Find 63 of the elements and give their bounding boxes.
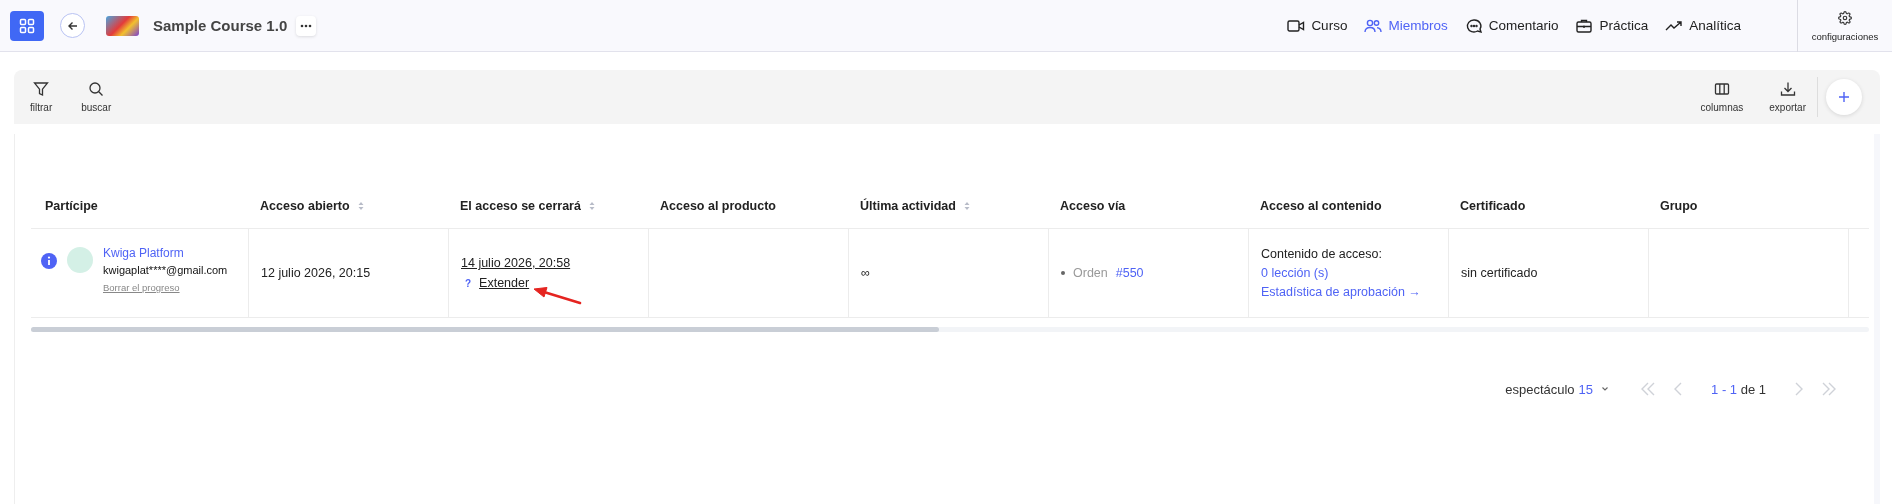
table-cell: 12 julio 2026, 20:15 bbox=[261, 266, 371, 280]
lessons-link[interactable]: 0 lección (s) bbox=[1261, 266, 1421, 280]
nav-tab[interactable]: Práctica bbox=[1575, 17, 1649, 34]
nav-tab[interactable]: Comentario bbox=[1464, 17, 1559, 34]
table-cell: sin certificado bbox=[1461, 266, 1538, 280]
page-size-label: espectáculo bbox=[1505, 381, 1575, 397]
participant-email: kwigaplat****@gmail.com bbox=[103, 264, 228, 276]
avatar bbox=[67, 247, 93, 273]
info-icon[interactable] bbox=[41, 253, 57, 269]
toolbar-button[interactable]: exportar bbox=[1769, 81, 1806, 113]
reset-progress-link[interactable]: Borrar el progreso bbox=[103, 282, 228, 293]
page-range: 1 - 1 bbox=[1711, 381, 1738, 397]
apps-button[interactable] bbox=[10, 10, 44, 41]
toolbar-icon bbox=[1779, 81, 1796, 97]
grid-icon bbox=[19, 17, 35, 34]
column-header: Acceso al producto bbox=[660, 199, 776, 213]
column-header: Certificado bbox=[1460, 199, 1526, 213]
stats-link[interactable]: Estadística de aprobación → bbox=[1261, 285, 1421, 299]
toolbar-button[interactable]: filtrar bbox=[30, 81, 53, 113]
column-header: Grupo bbox=[1660, 199, 1698, 213]
more-button[interactable] bbox=[296, 15, 317, 36]
back-button[interactable] bbox=[60, 13, 85, 38]
nav-icon bbox=[1464, 17, 1483, 34]
arrow-left-icon bbox=[66, 19, 79, 32]
nav-icon bbox=[1364, 17, 1383, 34]
page-size-select[interactable]: 15 bbox=[1578, 381, 1594, 397]
column-header: Acceso abierto bbox=[260, 199, 350, 213]
participant-name[interactable]: Kwiga Platform bbox=[103, 246, 228, 260]
column-header: Acceso al contenido bbox=[1260, 199, 1382, 213]
nav-tab[interactable]: Miembros bbox=[1364, 17, 1448, 34]
column-header: Partícipe bbox=[45, 199, 98, 213]
sort-icon[interactable] bbox=[357, 201, 364, 211]
help-mark[interactable]: ? bbox=[465, 277, 472, 289]
toolbar-button[interactable]: columnas bbox=[1700, 81, 1744, 113]
table-cell: ∞ bbox=[861, 266, 870, 280]
order-link[interactable]: #550 bbox=[1115, 266, 1144, 280]
chevron-down-icon[interactable] bbox=[1601, 386, 1610, 392]
add-button[interactable] bbox=[1826, 79, 1862, 115]
settings-icon bbox=[1838, 11, 1852, 25]
nav-icon bbox=[1287, 17, 1306, 34]
sort-icon[interactable] bbox=[588, 201, 595, 211]
toolbar-icon bbox=[1713, 81, 1730, 97]
order-label: Orden bbox=[1073, 266, 1108, 280]
close-date-link[interactable]: 14 julio 2026, 20:58 bbox=[461, 256, 571, 270]
toolbar-button[interactable]: buscar bbox=[81, 81, 112, 113]
toolbar-icon bbox=[88, 81, 105, 97]
course-title: Sample Course 1.0 bbox=[153, 17, 288, 34]
nav-tab[interactable]: Curso bbox=[1287, 17, 1348, 34]
plus-icon bbox=[1838, 91, 1850, 103]
more-icon bbox=[300, 23, 313, 28]
column-header: Acceso vía bbox=[1060, 199, 1126, 213]
nav-icon bbox=[1575, 17, 1594, 34]
settings-button[interactable]: configuraciones bbox=[1797, 0, 1892, 52]
column-header: Última actividad bbox=[860, 199, 956, 213]
sort-icon[interactable] bbox=[963, 201, 970, 211]
column-header: El acceso se cerrará bbox=[460, 199, 581, 213]
scrollbar-thumb[interactable] bbox=[31, 327, 939, 332]
photo-placeholder bbox=[106, 15, 139, 36]
extend-link[interactable]: Extender bbox=[479, 276, 530, 290]
toolbar-icon bbox=[33, 81, 50, 97]
nav-tab[interactable]: Analítica bbox=[1665, 17, 1741, 34]
content-heading: Contenido de acceso: bbox=[1261, 247, 1383, 261]
page-total: de 1 bbox=[1740, 381, 1766, 397]
